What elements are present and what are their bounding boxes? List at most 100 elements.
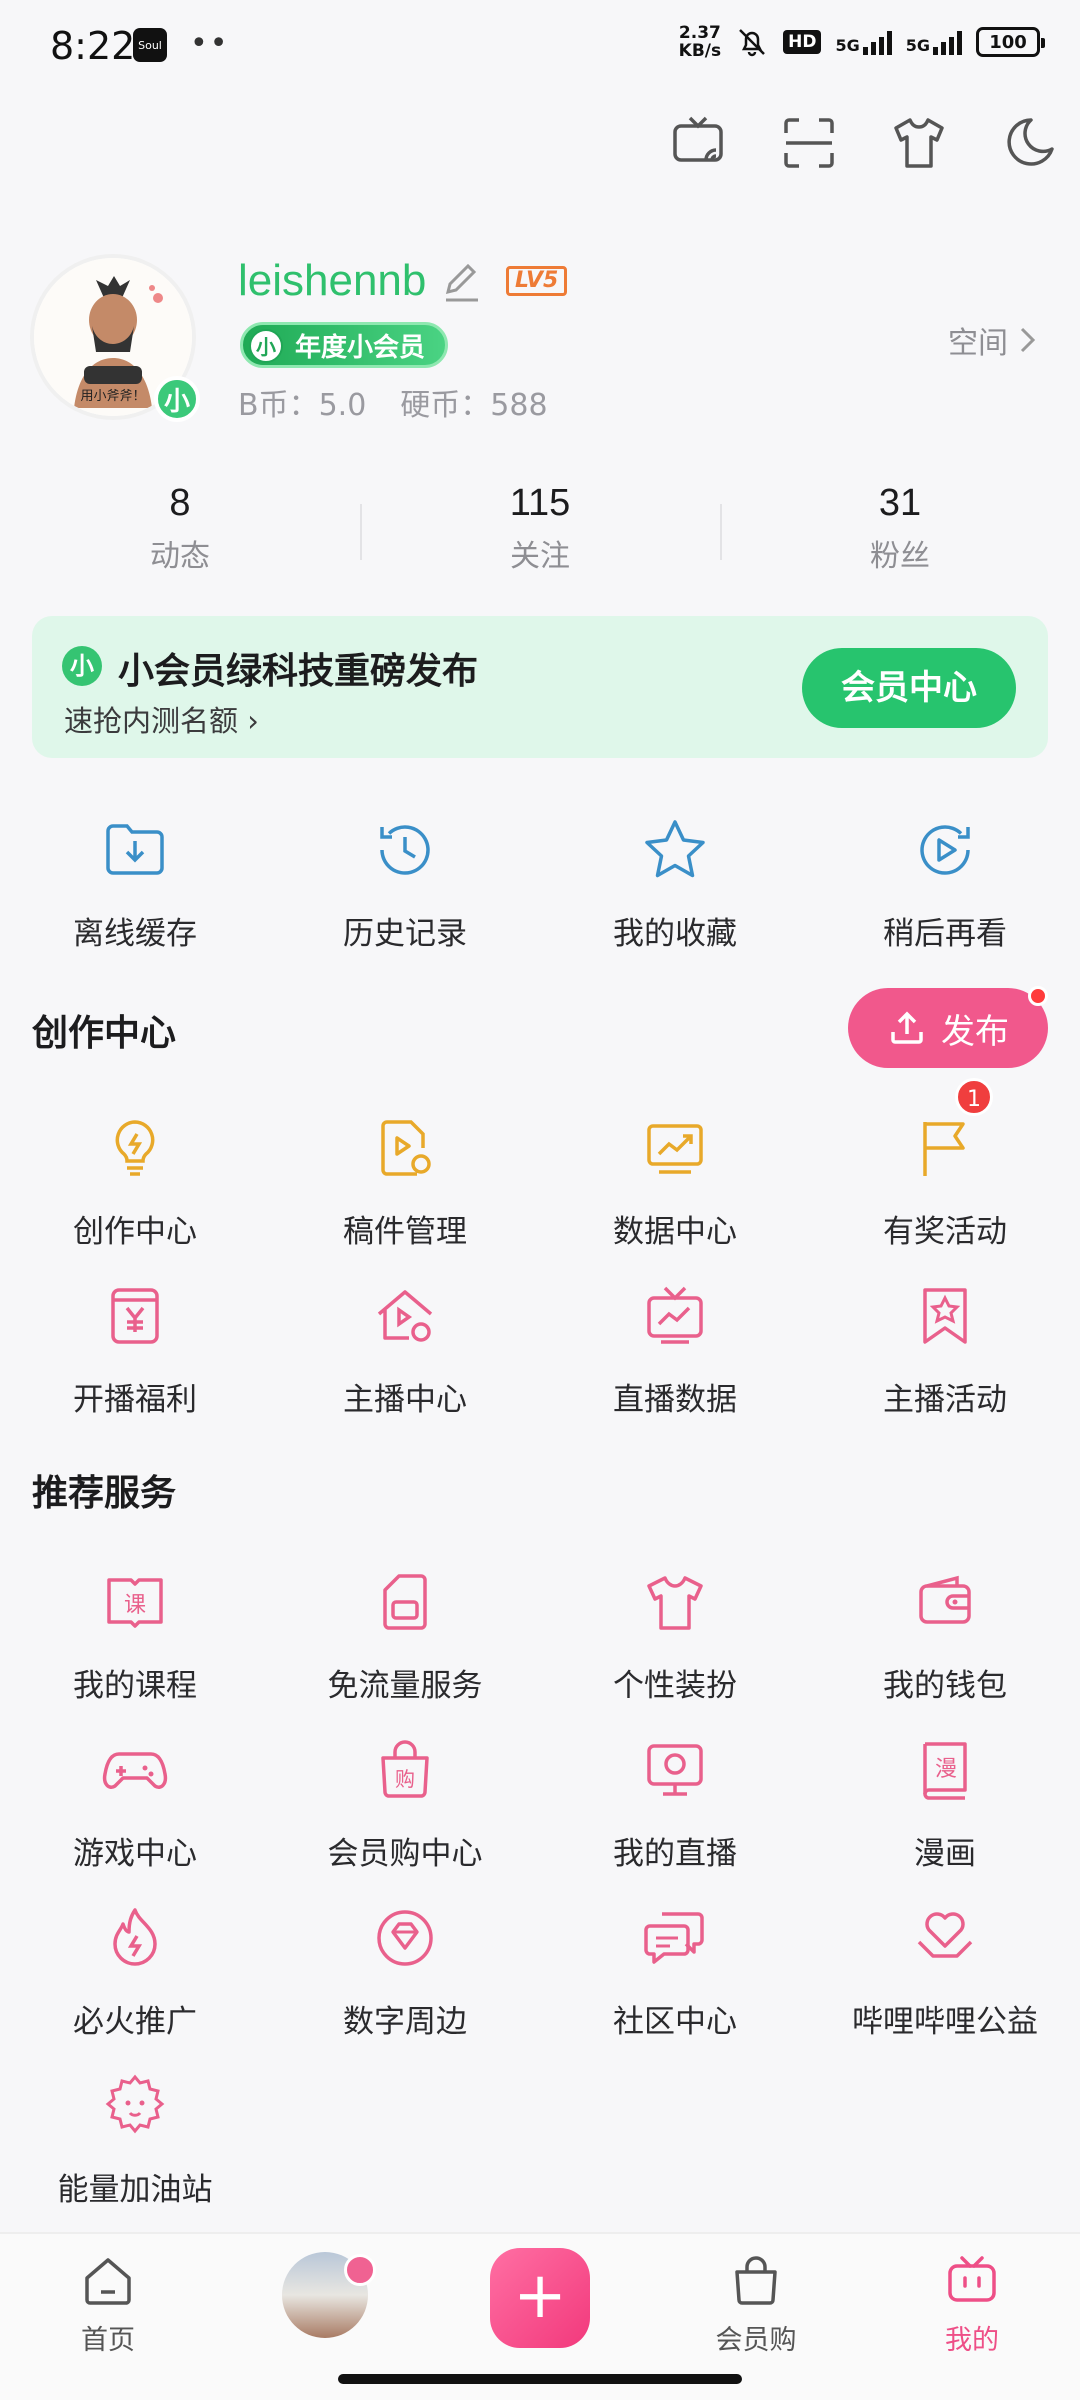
tv-chart-icon bbox=[647, 1286, 703, 1344]
game-center-item[interactable]: 游戏中心 bbox=[0, 1734, 270, 1902]
item-label: 主播中心 bbox=[343, 1382, 467, 1418]
vip-shop-center-item[interactable]: 购 会员购中心 bbox=[270, 1734, 540, 1902]
item-label: 主播活动 bbox=[883, 1382, 1007, 1418]
dress-up-item[interactable]: 个性装扮 bbox=[540, 1566, 810, 1734]
item-label: 我的钱包 bbox=[883, 1668, 1007, 1704]
publish-notification-dot bbox=[1028, 986, 1048, 1006]
creation-center-item[interactable]: 创作中心 bbox=[0, 1112, 270, 1280]
history-item[interactable]: 历史记录 bbox=[270, 814, 540, 982]
digital-merch-item[interactable]: 数字周边 bbox=[270, 1902, 540, 2070]
xiao-vip-icon: 小 bbox=[62, 646, 102, 686]
energy-station-item[interactable]: 能量加油站 bbox=[0, 2070, 270, 2238]
energy-cat-icon bbox=[105, 2074, 165, 2134]
scan-icon bbox=[784, 118, 834, 168]
item-label: 漫画 bbox=[914, 1836, 976, 1872]
streamer-activity-item[interactable]: 主播活动 bbox=[810, 1280, 1080, 1448]
stat-label: 动态 bbox=[150, 539, 210, 574]
shirt-icon bbox=[647, 1576, 703, 1630]
item-label: 创作中心 bbox=[73, 1214, 197, 1250]
diamond-icon bbox=[377, 1910, 433, 1966]
signal-1: 5G bbox=[835, 29, 892, 55]
free-data-item[interactable]: 免流量服务 bbox=[270, 1566, 540, 1734]
live-welfare-item[interactable]: 开播福利 bbox=[0, 1280, 270, 1448]
nav-label: 首页 bbox=[81, 2325, 135, 2356]
streamer-center-item[interactable]: 主播中心 bbox=[270, 1280, 540, 1448]
svg-text:课: 课 bbox=[124, 1593, 146, 1618]
vip-label: 年度小会员 bbox=[295, 333, 426, 363]
manuscript-icon bbox=[381, 1120, 431, 1176]
night-mode-button[interactable] bbox=[998, 112, 1060, 174]
history-icon bbox=[380, 825, 430, 875]
vip-promo-banner[interactable]: 小 小会员绿科技重磅发布 速抢内测名额 › 会员中心 bbox=[32, 616, 1048, 758]
gamepad-icon bbox=[102, 1752, 168, 1789]
quick-actions-grid: 离线缓存 历史记录 我的收藏 稍后再看 bbox=[0, 814, 1080, 982]
nav-mine[interactable]: 我的 bbox=[902, 2254, 1042, 2357]
cast-tv-button[interactable] bbox=[668, 112, 730, 174]
services-grid: 课 我的课程 免流量服务 个性装扮 我的钱包 游戏中心 购 会员购中心 我的直播… bbox=[0, 1566, 1080, 2238]
top-toolbar bbox=[668, 112, 1060, 174]
data-chart-icon bbox=[647, 1124, 703, 1174]
item-label: 数字周边 bbox=[343, 2004, 467, 2040]
data-center-item[interactable]: 数据中心 bbox=[540, 1112, 810, 1280]
banner-title: 小会员绿科技重磅发布 bbox=[118, 651, 479, 692]
svg-text:漫: 漫 bbox=[935, 1757, 957, 1782]
scan-button[interactable] bbox=[778, 112, 840, 174]
dress-up-button[interactable] bbox=[888, 112, 950, 174]
dynamic-badge-icon bbox=[344, 2254, 376, 2286]
item-label: 离线缓存 bbox=[73, 916, 197, 952]
nav-vip-shop[interactable]: 会员购 bbox=[686, 2254, 826, 2357]
charity-item[interactable]: 哔哩哔哩公益 bbox=[810, 1902, 1080, 2070]
publish-label: 发布 bbox=[941, 1011, 1009, 1052]
item-label: 免流量服务 bbox=[327, 1668, 483, 1704]
stat-label: 粉丝 bbox=[870, 539, 930, 574]
svg-text:购: 购 bbox=[395, 1767, 415, 1791]
level-badge: LV5 bbox=[506, 266, 568, 296]
promotion-item[interactable]: 必火推广 bbox=[0, 1902, 270, 2070]
network-speed: 2.37 KB/s bbox=[678, 23, 722, 61]
activity-count-badge: 1 bbox=[955, 1078, 993, 1116]
live-data-item[interactable]: 直播数据 bbox=[540, 1280, 810, 1448]
item-label: 能量加油站 bbox=[57, 2172, 213, 2208]
publish-button[interactable]: 发布 bbox=[848, 986, 1048, 1068]
my-course-item[interactable]: 课 我的课程 bbox=[0, 1566, 270, 1734]
space-link[interactable]: 空间 bbox=[948, 318, 1038, 362]
hd-voice-icon: HD bbox=[783, 30, 822, 54]
item-label: 数据中心 bbox=[613, 1214, 737, 1250]
heart-hands-icon bbox=[917, 1912, 973, 1958]
stat-label: 关注 bbox=[510, 539, 570, 574]
creation-section-title: 创作中心 bbox=[32, 1013, 177, 1054]
vip-badge[interactable]: 小年度小会员 bbox=[240, 322, 449, 368]
tv-mine-icon bbox=[948, 2256, 996, 2302]
stat-followers[interactable]: 31 粉丝 bbox=[720, 482, 1080, 582]
moon-icon bbox=[1007, 118, 1054, 166]
vip-xiao-icon: 小 bbox=[249, 329, 283, 363]
stat-following[interactable]: 115 关注 bbox=[360, 482, 720, 582]
stat-value: 31 bbox=[878, 482, 922, 524]
chevron-right-icon bbox=[1020, 327, 1036, 353]
gesture-home-bar bbox=[338, 2374, 742, 2384]
plus-icon[interactable]: + bbox=[490, 2248, 590, 2348]
vip-center-button[interactable]: 会员中心 bbox=[802, 648, 1016, 728]
course-book-icon: 课 bbox=[107, 1578, 163, 1628]
edit-name-icon[interactable] bbox=[440, 260, 484, 304]
nav-home[interactable]: 首页 bbox=[38, 2254, 178, 2357]
b-coin: B币：5.0 bbox=[238, 388, 367, 423]
item-label: 有奖活动 bbox=[883, 1214, 1007, 1250]
offline-cache-item[interactable]: 离线缓存 bbox=[0, 814, 270, 982]
favorites-item[interactable]: 我的收藏 bbox=[540, 814, 810, 982]
live-monitor-icon bbox=[647, 1744, 703, 1796]
hard-coin: 硬币：588 bbox=[400, 388, 548, 423]
item-label: 我的课程 bbox=[73, 1668, 197, 1704]
stat-dynamics[interactable]: 8 动态 bbox=[0, 482, 360, 582]
manuscript-item[interactable]: 稿件管理 bbox=[270, 1112, 540, 1280]
reward-activity-item[interactable]: 1 有奖活动 bbox=[810, 1078, 1080, 1280]
wallet-item[interactable]: 我的钱包 bbox=[810, 1566, 1080, 1734]
watch-later-item[interactable]: 稍后再看 bbox=[810, 814, 1080, 982]
community-center-item[interactable]: 社区中心 bbox=[540, 1902, 810, 2070]
my-live-item[interactable]: 我的直播 bbox=[540, 1734, 810, 1902]
item-label: 稍后再看 bbox=[883, 916, 1007, 952]
comic-item[interactable]: 漫 漫画 bbox=[810, 1734, 1080, 1902]
yen-gift-icon bbox=[111, 1288, 159, 1344]
profile-page: 8:22 Soul •• 2.37 KB/s HD 5G 5G 100 用小斧斧… bbox=[0, 0, 1080, 2400]
vip-avatar-badge: 小 bbox=[154, 376, 200, 422]
